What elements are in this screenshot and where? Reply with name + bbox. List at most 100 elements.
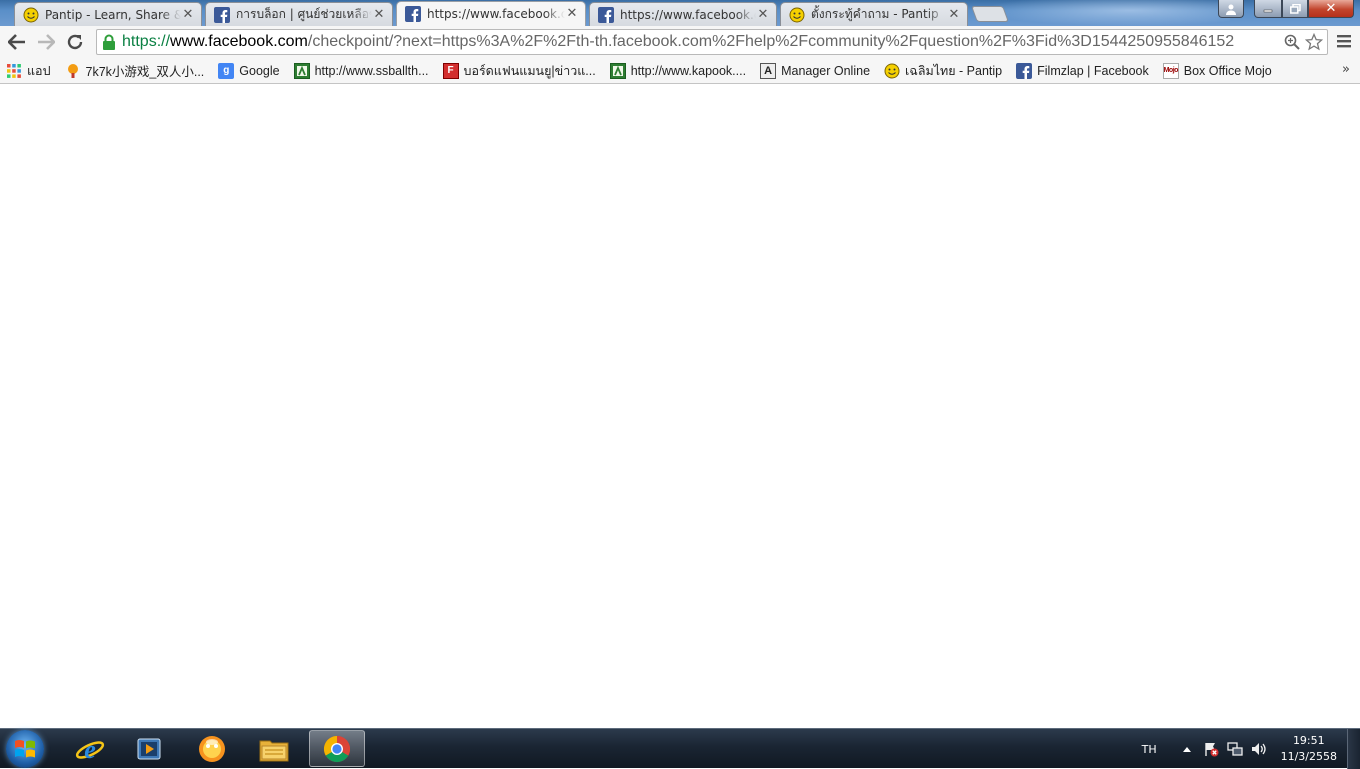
tab-title: การบล็อก | ศูนย์ช่วยเหลือของ Facebook <box>236 7 372 21</box>
url-text[interactable]: https://www.facebook.com/checkpoint/?nex… <box>122 33 1281 51</box>
bookmark-label: 7k7k小游戏_双人小... <box>85 65 205 79</box>
bookmark-label: Manager Online <box>781 63 871 78</box>
chrome-icon <box>323 735 351 762</box>
tab-title: Pantip - Learn, Share & Fun <box>45 7 181 22</box>
taskbar-internet-explorer[interactable]: e <box>62 730 118 767</box>
url-path: /checkpoint/?next=https%3A%2F%2Fth-th.fa… <box>307 33 1235 50</box>
messenger-icon <box>199 735 225 762</box>
window-frame-glass <box>980 0 1230 26</box>
tab-title: https://www.facebook.com/checkpoint <box>620 7 756 22</box>
reload-button[interactable] <box>64 31 86 53</box>
taskbar-clock[interactable]: 19:51 11/3/2558 <box>1281 733 1337 765</box>
address-bar[interactable]: https://www.facebook.com/checkpoint/?nex… <box>96 29 1328 55</box>
tab-close-icon[interactable]: ✕ <box>565 7 579 21</box>
taskbar-messenger[interactable] <box>184 730 240 767</box>
windows-logo-icon <box>15 740 35 758</box>
bookmark-star-icon[interactable] <box>1303 31 1325 53</box>
start-button[interactable] <box>6 730 44 768</box>
url-scheme: https:// <box>122 33 171 50</box>
pantip-smiley-icon <box>789 7 805 22</box>
action-center-flag-icon[interactable] <box>1203 741 1219 757</box>
system-tray: TH 19:51 11/3/2558 <box>1142 729 1360 769</box>
tab-title: https://www.facebook.com/checkpoint <box>427 7 565 21</box>
arrow-right-icon <box>38 34 55 50</box>
bookmark-chalermthai-pantip[interactable]: เฉลิมไทย - Pantip <box>884 61 1002 81</box>
url-host: www.facebook.com <box>170 33 308 50</box>
file-explorer-icon <box>259 740 289 761</box>
taskbar-media-player[interactable] <box>121 730 177 767</box>
input-language-indicator[interactable]: TH <box>1142 743 1157 756</box>
bookmark-label: Google <box>239 63 280 78</box>
back-button[interactable] <box>6 31 28 53</box>
chrome-menu-button[interactable] <box>1336 33 1356 51</box>
bookmark-manu-board[interactable]: F บอร์ดแฟนแมนยู|ข่าวแ... <box>442 61 596 81</box>
tab-strip: Pantip - Learn, Share & Fun ✕ การบล็อก |… <box>0 0 1360 26</box>
show-desktop-button[interactable] <box>1347 729 1360 769</box>
tab-pantip[interactable]: Pantip - Learn, Share & Fun ✕ <box>14 2 202 26</box>
bookmark-kapook[interactable]: http://www.kapook.... <box>609 62 747 79</box>
show-hidden-icons-arrow[interactable] <box>1179 741 1195 757</box>
bookmark-7k7k[interactable]: 7k7k小游戏_双人小... <box>65 61 205 80</box>
tab-close-icon[interactable]: ✕ <box>372 7 386 22</box>
7k7k-icon <box>67 63 78 78</box>
bookmark-google[interactable]: g Google <box>218 62 280 79</box>
bookmarks-bar: แอป 7k7k小游戏_双人小... g Google http://www.s… <box>0 58 1360 84</box>
tab-close-icon[interactable]: ✕ <box>947 7 961 22</box>
lock-icon[interactable] <box>100 33 118 51</box>
facebook-icon <box>598 6 614 23</box>
tab-facebook-blocking-help[interactable]: การบล็อก | ศูนย์ช่วยเหลือของ Facebook ✕ <box>205 2 393 26</box>
bookmark-label: http://www.ssballth... <box>314 63 429 78</box>
bookmark-manager-online[interactable]: A Manager Online <box>760 62 871 79</box>
ssball-icon <box>293 62 310 79</box>
tab-pantip-new-topic[interactable]: ตั้งกระทู้คำถาม - Pantip ✕ <box>780 2 968 26</box>
volume-icon[interactable] <box>1251 741 1267 757</box>
windows-taskbar: e TH 19:51 11/3/2558 <box>0 728 1360 769</box>
tab-facebook-checkpoint[interactable]: https://www.facebook.com/checkpoint ✕ <box>589 2 777 26</box>
new-tab-button[interactable] <box>971 6 1009 22</box>
taskbar-chrome-active[interactable] <box>309 730 365 767</box>
apps-grid-icon <box>7 63 21 78</box>
bookmark-label: แอป <box>27 63 51 78</box>
forward-button[interactable] <box>35 31 57 53</box>
facebook-icon <box>1016 62 1033 79</box>
clock-time: 19:51 <box>1292 734 1325 747</box>
clock-date: 11/3/2558 <box>1280 750 1337 763</box>
bookmark-label: บอร์ดแฟนแมนยู|ข่าวแ... <box>463 63 596 78</box>
pantip-smiley-icon <box>23 7 39 22</box>
mojo-icon: Mojo <box>1162 62 1179 79</box>
bookmark-ssball[interactable]: http://www.ssballth... <box>293 62 429 79</box>
bookmark-filmzlap[interactable]: Filmzlap | Facebook <box>1016 62 1149 79</box>
tab-close-icon[interactable]: ✕ <box>756 7 770 22</box>
taskbar-file-explorer[interactable] <box>246 730 302 767</box>
kapook-icon <box>609 62 626 79</box>
bookmark-label: Box Office Mojo <box>1183 63 1272 78</box>
window-controls: ✕ <box>1218 0 1354 18</box>
zoom-icon[interactable] <box>1281 31 1303 53</box>
page-content[interactable] <box>0 84 1360 728</box>
network-icon[interactable] <box>1226 741 1243 757</box>
bookmark-label: เฉลิมไทย - Pantip <box>905 63 1003 78</box>
bookmark-apps[interactable]: แอป <box>6 61 51 81</box>
facebook-icon <box>214 6 230 23</box>
minimize-button[interactable] <box>1254 0 1282 18</box>
profile-user-icon[interactable] <box>1218 0 1244 18</box>
tab-facebook-checkpoint-active[interactable]: https://www.facebook.com/checkpoint ✕ <box>396 1 586 26</box>
internet-explorer-icon: e <box>75 735 105 764</box>
bookmarks-overflow-button[interactable]: » <box>1342 62 1350 77</box>
pantip-smiley-icon <box>884 63 900 78</box>
tab-close-icon[interactable]: ✕ <box>181 7 195 22</box>
close-window-button[interactable]: ✕ <box>1308 0 1354 18</box>
bookmark-label: Filmzlap | Facebook <box>1037 63 1149 78</box>
svg-text:e: e <box>84 735 96 764</box>
manager-online-icon: A <box>760 62 777 79</box>
reload-icon <box>67 34 83 50</box>
restore-button[interactable] <box>1282 0 1308 18</box>
arrow-left-icon <box>8 34 25 50</box>
hamburger-menu-icon <box>1337 35 1351 48</box>
bookmark-label: http://www.kapook.... <box>630 63 747 78</box>
facebook-icon <box>405 6 421 22</box>
bookmark-box-office-mojo[interactable]: Mojo Box Office Mojo <box>1162 62 1272 79</box>
media-player-icon <box>137 738 161 759</box>
browser-toolbar: https://www.facebook.com/checkpoint/?nex… <box>0 26 1360 58</box>
google-icon: g <box>218 62 235 79</box>
